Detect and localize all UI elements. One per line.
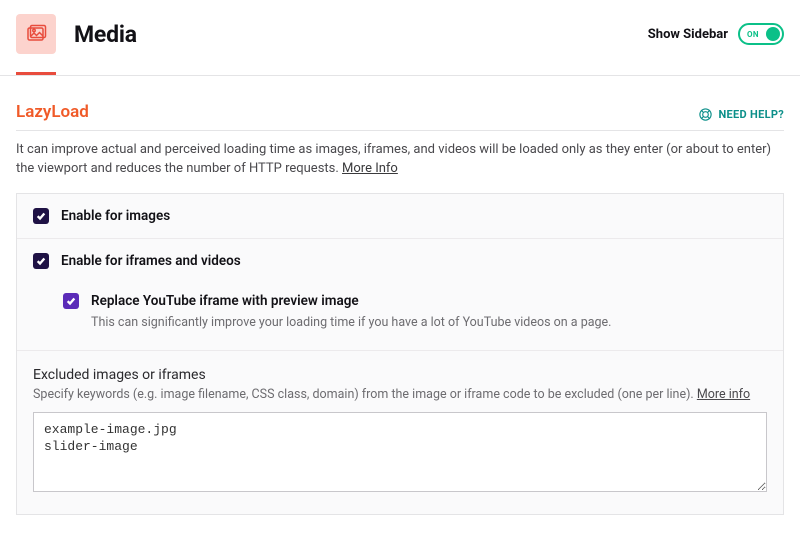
section-title: LazyLoad: [16, 102, 89, 122]
option-row: Enable for iframes and videos: [33, 253, 767, 269]
option-enable-images: Enable for images: [17, 194, 783, 239]
toggle-state-text: ON: [747, 30, 759, 39]
toggle-knob: [766, 27, 780, 41]
excluded-more-info-link[interactable]: More info: [697, 387, 750, 402]
option-row: Replace YouTube iframe with preview imag…: [33, 293, 767, 309]
show-sidebar-toggle[interactable]: ON: [738, 23, 784, 45]
need-help-text: NEED HELP?: [719, 108, 785, 121]
more-info-link[interactable]: More Info: [342, 161, 398, 176]
help-icon: [698, 107, 713, 122]
show-sidebar-label: Show Sidebar: [648, 27, 728, 42]
excluded-description: Specify keywords (e.g. image filename, C…: [33, 387, 767, 402]
check-icon: [36, 211, 46, 221]
excluded-description-text: Specify keywords (e.g. image filename, C…: [33, 387, 697, 402]
checkbox-youtube-preview[interactable]: [63, 293, 79, 309]
check-icon: [66, 296, 76, 306]
check-icon: [36, 256, 46, 266]
option-subtext: This can significantly improve your load…: [91, 315, 767, 330]
checkbox-enable-images[interactable]: [33, 208, 49, 224]
excluded-title: Excluded images or iframes: [33, 367, 767, 383]
page-title: Media: [74, 21, 137, 48]
media-icon-tile: [16, 14, 56, 54]
option-label: Enable for iframes and videos: [61, 253, 241, 269]
need-help-link[interactable]: NEED HELP?: [698, 107, 785, 122]
header-left: Media: [16, 14, 137, 54]
media-icon: [24, 22, 48, 46]
checkbox-enable-iframes[interactable]: [33, 253, 49, 269]
excluded-textarea[interactable]: [33, 412, 767, 492]
option-label: Replace YouTube iframe with preview imag…: [91, 293, 359, 309]
section-description: It can improve actual and perceived load…: [0, 131, 800, 193]
lazyload-options-panel: Enable for images Enable for iframes and…: [16, 193, 784, 515]
header-right: Show Sidebar ON: [648, 23, 784, 45]
option-youtube-preview: Replace YouTube iframe with preview imag…: [17, 283, 783, 351]
page-header: Media Show Sidebar ON: [0, 0, 800, 72]
option-label: Enable for images: [61, 208, 170, 224]
section-head: LazyLoad NEED HELP?: [0, 76, 800, 130]
option-row: Enable for images: [33, 208, 767, 224]
option-enable-iframes: Enable for iframes and videos: [17, 239, 783, 283]
excluded-block: Excluded images or iframes Specify keywo…: [17, 351, 783, 514]
